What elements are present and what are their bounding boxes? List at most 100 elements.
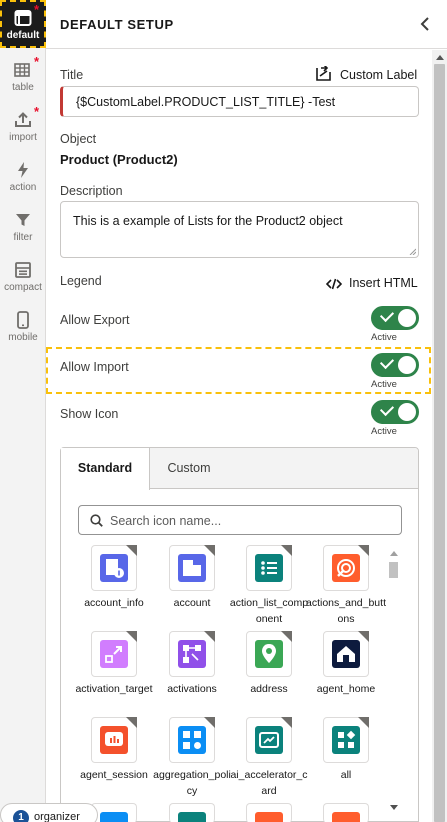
table-icon: * xyxy=(14,55,39,79)
select-indicator xyxy=(126,631,137,642)
resize-handle-icon[interactable] xyxy=(409,248,416,255)
object-value: Product (Product2) xyxy=(60,152,178,167)
icon-option-label: all xyxy=(340,769,352,781)
left-rail: * default * table * import action filter… xyxy=(0,0,46,822)
rail-item-label: mobile xyxy=(8,332,38,343)
tab-custom[interactable]: Custom xyxy=(150,448,228,489)
icon-option-label: agent_home xyxy=(316,683,376,695)
icon-option-activation-target[interactable] xyxy=(91,631,137,677)
all-icon xyxy=(332,726,360,754)
select-indicator xyxy=(281,717,292,728)
rail-item-action[interactable]: action xyxy=(0,152,46,200)
rail-item-mobile[interactable]: mobile xyxy=(0,302,46,350)
title-input-value: {$CustomLabel.PRODUCT_LIST_TITLE} -Test xyxy=(76,95,336,109)
scroll-up-arrow-icon[interactable] xyxy=(436,55,444,60)
rail-item-label: default xyxy=(6,30,40,41)
select-indicator xyxy=(126,717,137,728)
icon-search-input[interactable]: Search icon name... xyxy=(78,505,402,535)
icon-option-agent-session[interactable] xyxy=(91,717,137,763)
description-textarea[interactable]: This is a example of Lists for the Produ… xyxy=(60,201,419,258)
icon-option-address[interactable] xyxy=(246,631,292,677)
rail-item-import[interactable]: * import xyxy=(0,102,46,150)
icon-option-action-list-component[interactable] xyxy=(246,545,292,591)
icon-option-partial[interactable] xyxy=(246,803,292,822)
code-icon[interactable] xyxy=(325,277,343,290)
rail-item-default[interactable]: * default xyxy=(0,0,46,48)
rail-item-filter[interactable]: filter xyxy=(0,202,46,250)
custom-label-icon[interactable] xyxy=(315,64,333,82)
panel-scrollbar[interactable] xyxy=(432,50,447,822)
icon-grid-scrollbar[interactable] xyxy=(387,547,401,817)
allow-import-toggle[interactable] xyxy=(371,353,419,377)
icon-option-label: activation_target xyxy=(75,683,153,695)
select-indicator xyxy=(358,631,369,642)
icon-option-label: aggregation_policy xyxy=(153,769,231,797)
icon-option-account-info[interactable] xyxy=(91,545,137,591)
agent-session-icon xyxy=(100,726,128,754)
scroll-down-arrow-icon[interactable] xyxy=(390,805,398,810)
icon-option-activations[interactable] xyxy=(169,631,215,677)
icon-option-label: actions_and_buttons xyxy=(306,597,386,625)
show-icon-toggle[interactable] xyxy=(371,400,419,424)
agent-home-icon xyxy=(332,640,360,668)
icon-option-account[interactable] xyxy=(169,545,215,591)
layout-icon: * xyxy=(14,3,39,27)
select-indicator xyxy=(281,545,292,556)
chevron-left-icon[interactable] xyxy=(415,14,435,34)
icon-option-ai-accelerator-card[interactable] xyxy=(246,717,292,763)
icon-option-agent-home[interactable] xyxy=(323,631,369,677)
scrollbar-thumb[interactable] xyxy=(434,64,445,822)
icon-option-label: address xyxy=(250,683,288,695)
insert-html-link[interactable]: Insert HTML xyxy=(349,276,418,290)
description-value: This is a example of Lists for the Produ… xyxy=(73,214,343,228)
icon-option-actions-and-buttons[interactable] xyxy=(323,545,369,591)
account-info-icon xyxy=(100,554,128,582)
custom-label-link[interactable]: Custom Label xyxy=(340,68,417,82)
rail-item-label: action xyxy=(9,182,37,193)
allow-import-status: Active xyxy=(371,379,397,390)
select-indicator xyxy=(281,631,292,642)
action-list-component-icon xyxy=(255,554,283,582)
icon-swatch xyxy=(255,812,283,822)
compact-icon xyxy=(14,261,32,279)
allow-export-status: Active xyxy=(371,332,397,343)
upload-icon: * xyxy=(14,105,39,129)
icon-option-label: agent_session xyxy=(80,769,148,781)
rail-item-label: compact xyxy=(4,282,42,293)
actions-and-buttons-icon xyxy=(332,554,360,582)
tab-standard[interactable]: Standard xyxy=(61,448,150,490)
icon-option-partial[interactable] xyxy=(169,803,215,822)
account-icon xyxy=(178,554,206,582)
icon-picker-tabbar: Standard Custom xyxy=(61,448,418,490)
allow-export-toggle[interactable] xyxy=(371,306,419,330)
icon-option-label: action_list_component xyxy=(229,597,309,625)
select-indicator xyxy=(204,545,215,556)
ai-accelerator-card-icon xyxy=(255,726,283,754)
icon-swatch xyxy=(100,812,128,822)
activation-target-icon xyxy=(100,640,128,668)
rail-item-compact[interactable]: compact xyxy=(0,252,46,300)
icon-option-all[interactable] xyxy=(323,717,369,763)
description-label: Description xyxy=(60,184,123,198)
icon-option-label: activations xyxy=(167,683,217,695)
organizer-label: organizer xyxy=(34,811,80,822)
address-icon xyxy=(255,640,283,668)
panel-header: DEFAULT SETUP xyxy=(46,0,447,49)
title-input[interactable]: {$CustomLabel.PRODUCT_LIST_TITLE} -Test xyxy=(60,86,419,117)
organizer-badge[interactable]: 1 organizer xyxy=(0,803,98,822)
scrollbar-thumb[interactable] xyxy=(389,562,398,578)
icon-option-aggregation-policy[interactable] xyxy=(169,717,215,763)
select-indicator xyxy=(126,545,137,556)
scroll-up-arrow-icon[interactable] xyxy=(390,551,398,556)
icon-option-label: account_info xyxy=(84,597,144,609)
rail-item-label: filter xyxy=(13,232,33,243)
icon-option-partial[interactable] xyxy=(323,803,369,822)
select-indicator xyxy=(358,717,369,728)
rail-item-table[interactable]: * table xyxy=(0,52,46,100)
title-label: Title xyxy=(60,68,84,82)
activations-icon xyxy=(178,640,206,668)
icon-picker: Standard Custom Search icon name... acco… xyxy=(60,447,419,822)
select-indicator xyxy=(358,545,369,556)
organizer-icon: 1 xyxy=(13,810,29,822)
bolt-icon xyxy=(14,161,32,179)
